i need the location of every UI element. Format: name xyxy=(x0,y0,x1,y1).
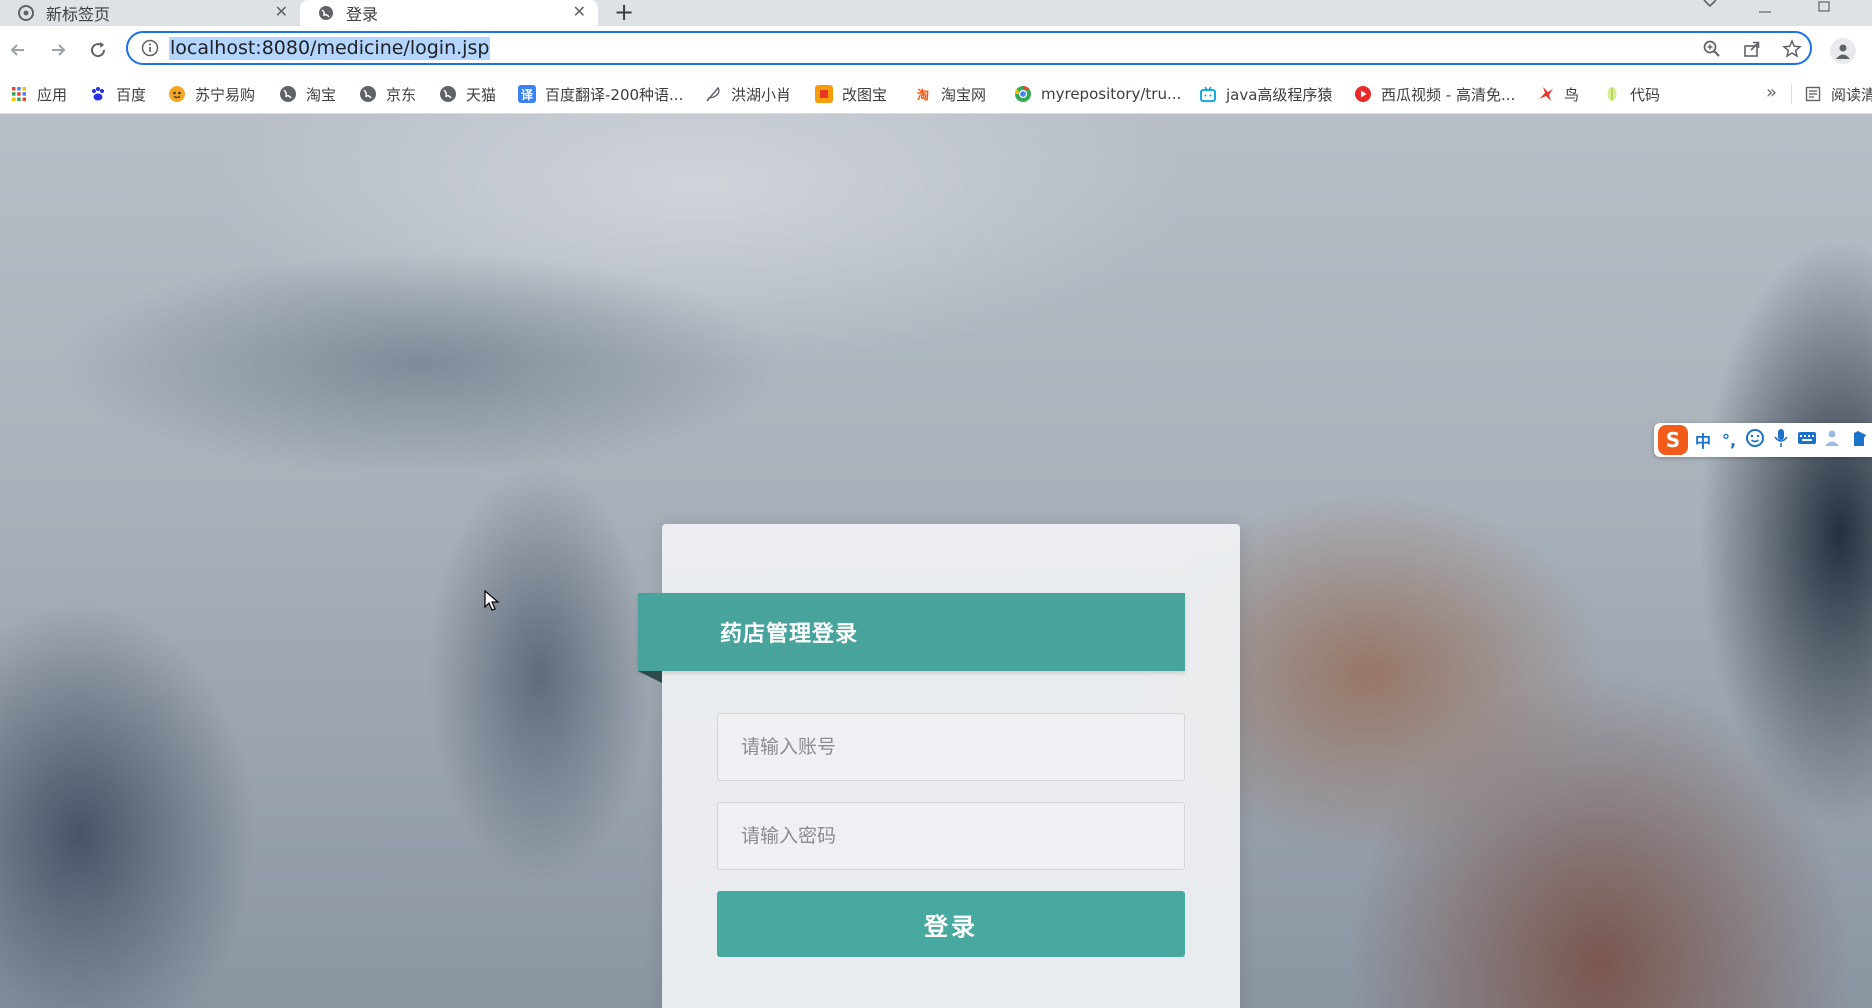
bookmark-honghu[interactable]: 洪湖小肖 xyxy=(704,83,791,105)
bookmark-label: 代码 xyxy=(1630,85,1661,104)
taobao-icon: 淘 xyxy=(916,87,929,102)
tab-new-tab[interactable]: 新标签页 ✕ xyxy=(0,0,300,26)
baidu-paw-icon xyxy=(89,85,107,103)
ime-emoji-icon[interactable] xyxy=(1744,428,1766,452)
back-icon[interactable] xyxy=(6,38,30,62)
ime-user-icon[interactable] xyxy=(1822,429,1844,451)
globe-icon xyxy=(279,85,297,103)
ime-keyboard-icon[interactable] xyxy=(1796,430,1818,450)
bookmark-suning[interactable]: 苏宁易购 xyxy=(168,83,255,105)
username-input[interactable] xyxy=(717,713,1185,781)
bookmark-apps[interactable]: 应用 xyxy=(10,83,67,105)
xigua-icon xyxy=(1354,85,1372,103)
reading-list-label: 阅读清 xyxy=(1831,85,1872,104)
tab-login[interactable]: 登录 ✕ xyxy=(300,0,598,26)
password-input[interactable] xyxy=(717,802,1185,870)
suning-icon xyxy=(168,85,186,103)
zoom-icon[interactable] xyxy=(1702,39,1722,59)
bookmarks-overflow-button[interactable]: » xyxy=(1766,82,1777,103)
feather-icon xyxy=(704,85,722,103)
bookmark-label: 淘宝 xyxy=(306,85,337,104)
bird-icon xyxy=(1537,85,1555,103)
login-button[interactable]: 登录 xyxy=(717,891,1185,957)
new-tab-button[interactable]: + xyxy=(614,0,634,26)
bilibili-icon xyxy=(1199,85,1217,103)
gaitubao-icon xyxy=(815,85,833,103)
bookmark-label: 苏宁易购 xyxy=(195,85,256,104)
bookmark-code[interactable]: 代码 xyxy=(1603,83,1660,105)
bookmarks-bar: 应用 百度 苏宁易购 淘宝 京东 天猫 译 百度翻译-200种语... 洪湖小肖… xyxy=(0,74,1872,114)
mouse-cursor-icon xyxy=(484,590,500,611)
bookmark-label: 京东 xyxy=(386,85,417,104)
ime-voice-icon[interactable] xyxy=(1770,428,1792,452)
ime-toolbar[interactable]: S 中 °, xyxy=(1654,423,1872,457)
bookmark-bird[interactable]: 鸟 xyxy=(1537,83,1579,105)
address-bar[interactable]: localhost:8080/medicine/login.jsp xyxy=(126,31,1812,65)
bookmark-label: 西瓜视频 - 高清免... xyxy=(1381,85,1516,104)
ime-mode-toggle[interactable]: 中 xyxy=(1692,428,1714,452)
tab-label: 新标签页 xyxy=(46,5,111,24)
bookmarks-divider xyxy=(1791,84,1792,104)
bookmark-label: 天猫 xyxy=(466,85,497,104)
tab-search-icon[interactable] xyxy=(1702,0,1718,15)
bookmark-taobao-net[interactable]: 淘 淘宝网 xyxy=(914,83,986,105)
chrome-icon xyxy=(1014,85,1032,103)
close-tab-icon[interactable]: ✕ xyxy=(573,2,586,21)
reading-list-button[interactable]: 阅读清 xyxy=(1804,83,1872,105)
tab-label: 登录 xyxy=(346,5,379,24)
bookmark-label: 洪湖小肖 xyxy=(731,85,792,104)
login-title: 药店管理登录 xyxy=(638,593,1185,671)
site-info-icon[interactable] xyxy=(141,39,159,57)
apps-grid-icon xyxy=(10,85,28,103)
ime-skin-icon[interactable] xyxy=(1848,429,1870,451)
close-tab-icon[interactable]: ✕ xyxy=(275,2,288,21)
browser-toolbar: localhost:8080/medicine/login.jsp xyxy=(0,26,1872,74)
share-icon[interactable] xyxy=(1742,39,1762,59)
bookmark-label: 应用 xyxy=(37,85,68,104)
bookmark-gaitubao[interactable]: 改图宝 xyxy=(815,83,887,105)
bookmark-taobao[interactable]: 淘宝 xyxy=(279,83,336,105)
bookmark-baidu-translate[interactable]: 译 百度翻译-200种语... xyxy=(518,83,683,105)
tab-strip: 新标签页 ✕ 登录 ✕ + xyxy=(0,0,1872,26)
bookmark-star-icon[interactable] xyxy=(1782,39,1802,59)
ime-punctuation-toggle[interactable]: °, xyxy=(1718,431,1740,450)
globe-icon xyxy=(359,85,377,103)
minimize-icon[interactable] xyxy=(1758,0,1772,19)
profile-avatar-icon[interactable] xyxy=(1830,38,1856,64)
reading-list-icon xyxy=(1804,85,1822,103)
bookmark-label: 淘宝网 xyxy=(941,85,987,104)
bookmark-label: 改图宝 xyxy=(842,85,888,104)
chrome-icon xyxy=(18,5,34,21)
bookmark-label: java高级程序猿 xyxy=(1226,85,1333,104)
forward-icon[interactable] xyxy=(46,38,70,62)
reload-icon[interactable] xyxy=(86,38,110,62)
ribbon-fold xyxy=(638,671,662,683)
bookmark-java[interactable]: java高级程序猿 xyxy=(1199,83,1332,105)
bookmark-myrepository[interactable]: myrepository/tru... xyxy=(1014,83,1181,105)
bookmark-label: 百度翻译-200种语... xyxy=(545,85,684,104)
bookmark-jd[interactable]: 京东 xyxy=(359,83,416,105)
ime-logo-icon[interactable]: S xyxy=(1658,425,1688,455)
url-text[interactable]: localhost:8080/medicine/login.jsp xyxy=(169,37,491,60)
globe-icon xyxy=(318,5,334,21)
page-viewport: S 中 °, 药店管理登录 登录 xyxy=(0,114,1872,1008)
bookmark-label: 鸟 xyxy=(1564,85,1580,104)
bookmark-tmall[interactable]: 天猫 xyxy=(439,83,496,105)
globe-icon xyxy=(439,85,457,103)
bookmark-xigua[interactable]: 西瓜视频 - 高清免... xyxy=(1354,83,1515,105)
translate-icon: 译 xyxy=(518,85,536,103)
restore-icon[interactable] xyxy=(1818,0,1832,17)
bookmark-baidu[interactable]: 百度 xyxy=(89,83,146,105)
bookmark-label: 百度 xyxy=(116,85,147,104)
bookmark-label: myrepository/tru... xyxy=(1041,85,1182,103)
leaf-icon xyxy=(1603,85,1621,103)
